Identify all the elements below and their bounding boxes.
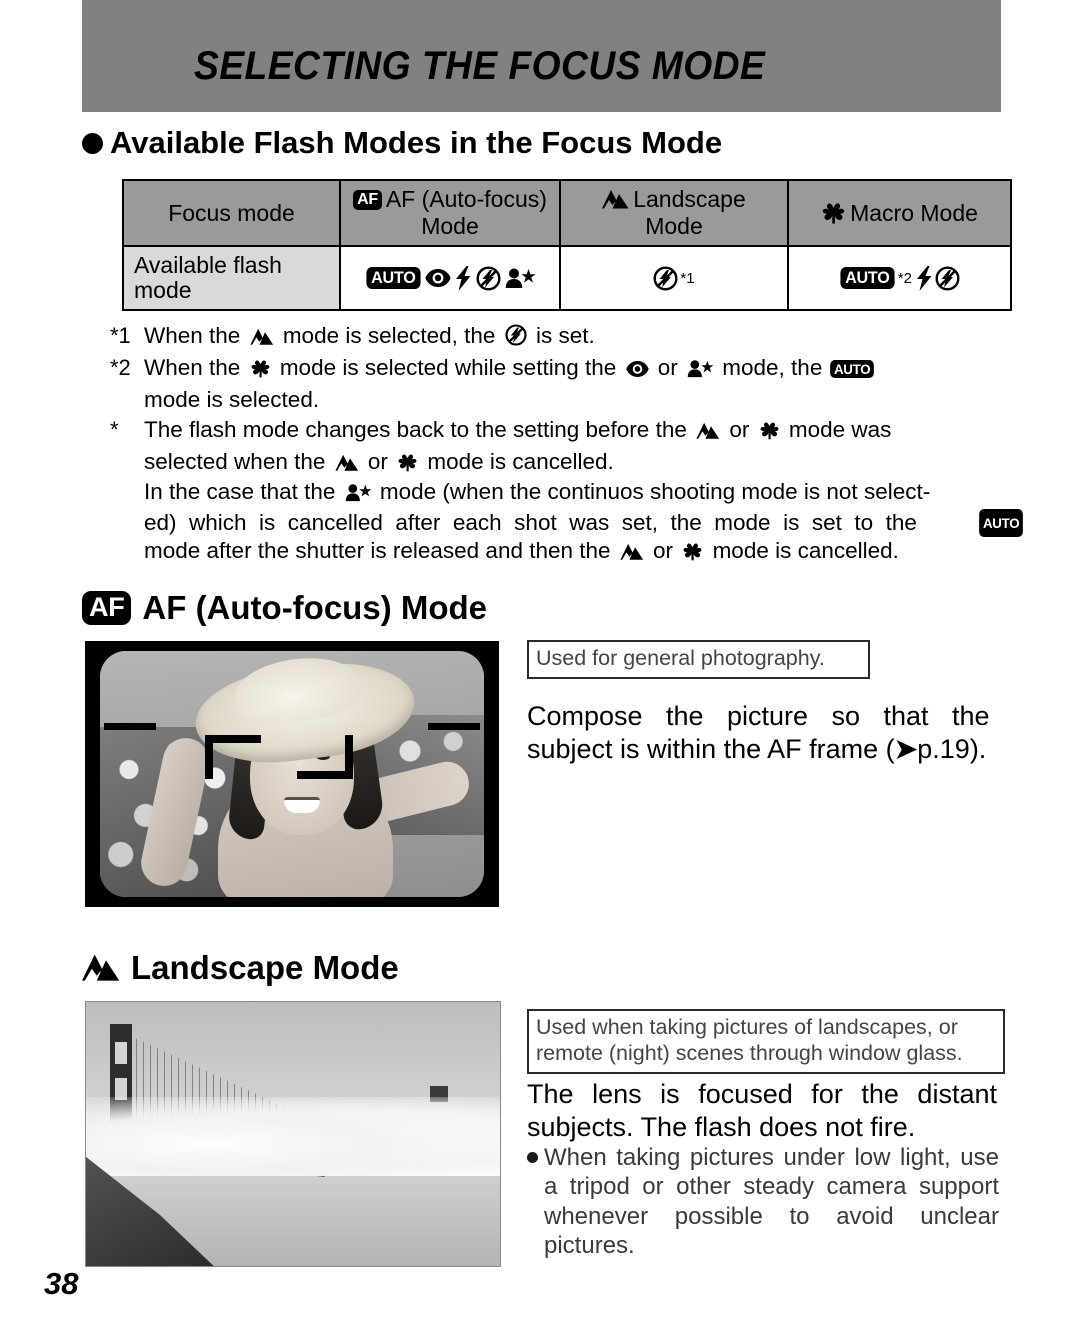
red-eye-icon [425, 268, 451, 288]
macro-flower-icon [759, 419, 780, 447]
landscape-box-note: Used when taking pictures of landscapes,… [527, 1009, 1005, 1074]
af-mode-heading-label: AF (Auto-focus) Mode [142, 589, 488, 626]
arrow-right-icon: ➤ [894, 733, 918, 764]
landscape-icon [602, 189, 629, 210]
night-portrait-icon [687, 357, 714, 385]
table-header-macro-mode-label: Macro Mode [850, 199, 978, 226]
af-badge-icon: AF [82, 591, 132, 625]
footnote-3-line2: selected when the or mode is cancelled. [144, 448, 1015, 479]
af-badge-icon: AF [353, 189, 382, 210]
landscape-body-text: The lens is focused for the distant subj… [527, 1079, 997, 1142]
footnote-1-mark: *1 [110, 323, 131, 348]
table-header-macro-mode: Macro Mode [787, 179, 1012, 247]
af-mode-heading: AF AF (Auto-focus) Mode [82, 589, 487, 627]
af-viewfinder-photo [85, 641, 499, 907]
night-portrait-icon [505, 267, 536, 289]
footnote-2-continued: mode is selected. [144, 386, 320, 412]
footnote-4-line3: mode after the shutter is released and t… [144, 537, 1015, 568]
flash-off-icon [505, 324, 527, 353]
table-body-row: Available flash mode AUTO *1 AUTO *2 [122, 245, 1012, 311]
macro-flower-icon [821, 202, 846, 224]
auto-badge-icon: AUTO [840, 267, 895, 289]
footnote-3-body: The flash mode changes back to the setti… [144, 416, 1015, 447]
footnote-3-mark: * [110, 416, 119, 442]
auto-badge-icon: AUTO [978, 509, 1023, 538]
flash-bolt-icon [455, 265, 472, 291]
footnote-4-line2: ed) which is cancelled after each shot w… [144, 509, 1024, 538]
footnote-4-line1: In the case that the mode (when the cont… [144, 478, 1015, 509]
table-header-af-mode-label: AF (Auto-focus) [385, 186, 547, 212]
landscape-icon [335, 451, 359, 479]
table-header-focus-mode: Focus mode [122, 179, 341, 247]
landscape-mode-heading: Landscape Mode [82, 949, 399, 987]
landscape-photo [85, 1001, 501, 1267]
bullet-dot-icon [82, 132, 103, 154]
table-cell-macro-flash-modes: AUTO *2 [787, 245, 1012, 311]
table-row-label: Available flash mode [122, 245, 341, 311]
auto-badge-icon: AUTO [366, 267, 420, 289]
landscape-icon [696, 419, 720, 447]
landscape-bullet-note: When taking pictures under low light, us… [527, 1143, 999, 1260]
landscape-bullet-text: When taking pictures under low light, us… [544, 1144, 999, 1259]
footnote-1-body: When the mode is selected, the is set. [144, 322, 1015, 353]
flash-off-icon [935, 265, 960, 291]
macro-flower-icon [397, 451, 418, 479]
footnote-1: *1 When the mode is selected, the is set… [110, 322, 1015, 353]
af-body-text: Compose the picture so that the subject … [527, 701, 997, 764]
af-box-note: Used for general photography. [527, 640, 870, 679]
footnote-3: * The flash mode changes back to the set… [110, 416, 1015, 447]
table-cell-landscape-flash-modes: *1 [559, 245, 789, 311]
table-header-row: Focus mode AF AF (Auto-focus) Mode Lands… [122, 179, 1012, 247]
table-header-landscape-mode: Landscape Mode [559, 179, 789, 247]
flash-off-icon [476, 265, 501, 291]
landscape-icon [249, 325, 274, 353]
table-cell-af-flash-modes: AUTO [339, 245, 561, 311]
af-frame-brackets [205, 735, 353, 779]
section-heading-label: Available Flash Modes in the Focus Mode [110, 125, 723, 160]
landscape-mode-heading-label: Landscape Mode [131, 949, 399, 986]
flash-mode-table: Focus mode AF AF (Auto-focus) Mode Lands… [122, 179, 1012, 311]
viewfinder-tick-right [428, 723, 480, 730]
viewfinder-image [100, 651, 484, 897]
bullet-dot-icon [527, 1152, 538, 1163]
flash-bolt-icon [916, 265, 933, 291]
table-header-focus-mode-label: Focus mode [168, 199, 295, 226]
landscape-icon [620, 540, 644, 568]
night-portrait-icon [345, 481, 372, 509]
auto-badge-icon: AUTO [829, 359, 874, 378]
footnotes-block: *1 When the mode is selected, the is set… [110, 322, 1023, 568]
footnote-ref-2: *2 [897, 269, 912, 287]
page-number: 38 [44, 1266, 79, 1301]
macro-flower-icon [250, 357, 271, 385]
footnote-2-mark: *2 [110, 354, 131, 380]
section-heading: Available Flash Modes in the Focus Mode [82, 125, 722, 161]
red-eye-icon [625, 357, 649, 385]
manual-page: SELECTING THE FOCUS MODE Available Flash… [0, 0, 1080, 1337]
page-title: SELECTING THE FOCUS MODE [194, 44, 766, 88]
footnote-2-body: When the mode is selected while setting … [144, 354, 1015, 385]
page-banner: SELECTING THE FOCUS MODE [82, 0, 1001, 112]
footnote-2: *2 When the mode is selected while setti… [110, 354, 1015, 385]
footnote-ref-1: *1 [680, 269, 695, 287]
landscape-icon [82, 953, 120, 983]
flash-off-icon [653, 265, 678, 291]
table-header-landscape-mode-label: Landscape [633, 186, 746, 212]
viewfinder-tick-left [104, 723, 156, 730]
macro-flower-icon [682, 540, 703, 568]
table-header-af-mode: AF AF (Auto-focus) Mode [339, 179, 561, 247]
